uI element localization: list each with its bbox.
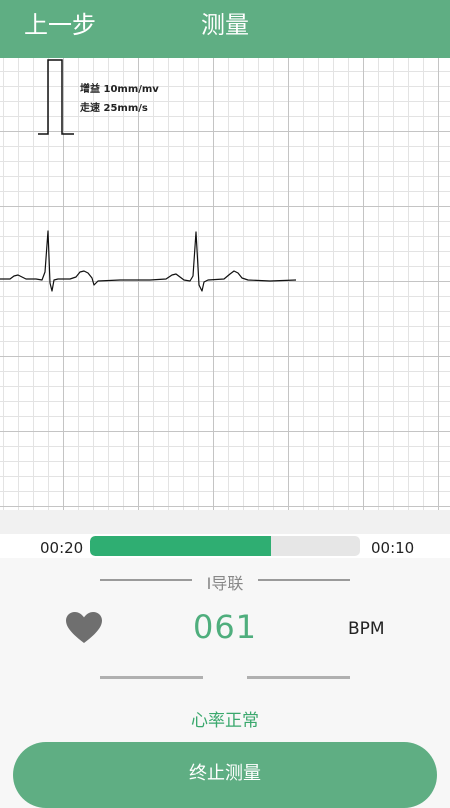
progress-fill bbox=[90, 536, 271, 556]
heart-rate-value: 061 bbox=[192, 608, 258, 646]
speed-label: 走速 25mm/s bbox=[80, 103, 148, 114]
progress-bar bbox=[90, 536, 360, 556]
underline-left bbox=[100, 676, 203, 679]
heart-rate-status: 心率正常 bbox=[191, 711, 259, 731]
page-title: 测量 bbox=[201, 11, 249, 39]
heart-rate-unit: BPM bbox=[348, 619, 385, 639]
progress-row: 00:20 00:10 bbox=[0, 534, 450, 558]
underline-right bbox=[247, 676, 350, 679]
remaining-time: 00:10 bbox=[371, 539, 415, 557]
ecg-trace bbox=[0, 230, 297, 292]
lead-label: I导联 bbox=[206, 574, 244, 593]
elapsed-time: 00:20 bbox=[40, 539, 84, 557]
ecg-waveform bbox=[0, 59, 297, 292]
calibration-pulse bbox=[38, 59, 74, 135]
gain-label: 增益 10mm/mv bbox=[80, 84, 159, 95]
lead-divider-right bbox=[258, 579, 350, 581]
ecg-chart: 增益 10mm/mv 走速 25mm/s bbox=[0, 58, 450, 510]
stop-measurement-label: 终止测量 bbox=[189, 763, 261, 784]
divider-strip bbox=[0, 510, 450, 534]
heart-icon bbox=[66, 612, 102, 648]
lead-divider-left bbox=[100, 579, 192, 581]
top-bar: 上一步 测量 bbox=[0, 0, 450, 58]
stop-measurement-button[interactable]: 终止测量 bbox=[13, 742, 437, 808]
